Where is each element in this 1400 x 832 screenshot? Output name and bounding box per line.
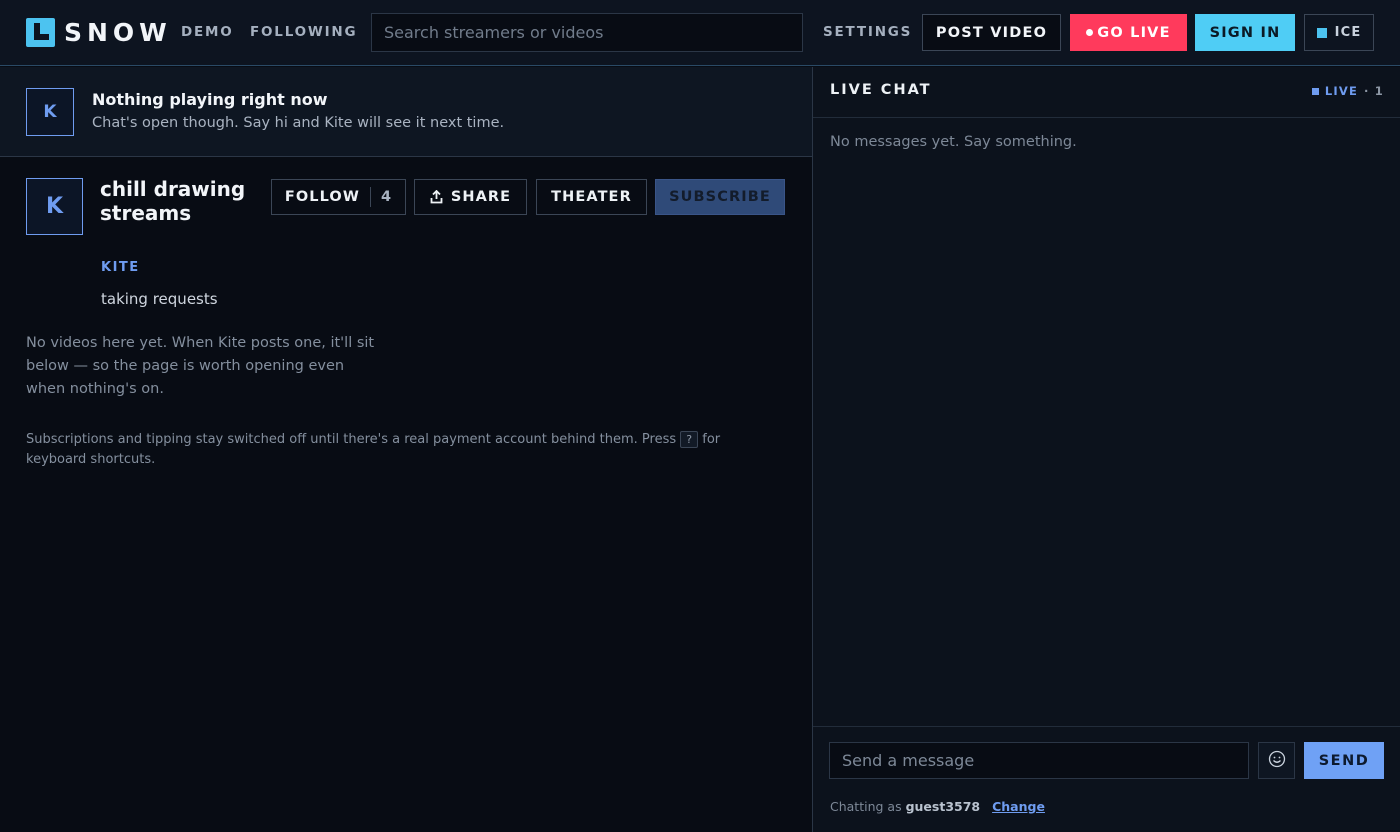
post-video-label: POST VIDEO (935, 24, 1048, 41)
sign-in-button[interactable]: SIGN IN (1195, 14, 1295, 51)
shortcut-key-hint[interactable]: ? (680, 431, 699, 448)
brand-name: SNOW (64, 17, 172, 47)
logo[interactable]: SNOW (26, 17, 172, 47)
top-navigation-bar: SNOW DEMO FOLLOWING SETTINGS POST VIDEO … (0, 0, 1400, 66)
share-button[interactable]: SHARE (414, 179, 527, 215)
banner-title: Nothing playing right now (92, 90, 328, 109)
smiley-icon (1268, 750, 1286, 772)
channel-main: K Nothing playing right now Chat's open … (0, 67, 812, 832)
chat-header: LIVE CHAT LIVE · 1 (813, 67, 1400, 118)
theater-button[interactable]: THEATER (536, 179, 647, 215)
subscribe-label: SUBSCRIBE (669, 189, 771, 205)
share-label: SHARE (450, 189, 512, 205)
stream-tagline: taking requests (101, 290, 218, 308)
search-input[interactable] (371, 13, 803, 52)
follower-count: 4 (380, 189, 393, 205)
live-status: LIVE (1324, 84, 1359, 98)
send-label: SEND (1318, 752, 1370, 769)
theme-swatch-icon (1316, 27, 1327, 38)
theater-label: THEATER (551, 189, 632, 205)
nav-link-settings[interactable]: SETTINGS (823, 24, 912, 40)
follow-button[interactable]: FOLLOW 4 (271, 179, 406, 215)
go-live-label: GO LIVE (1097, 24, 1171, 41)
streamer-name-link[interactable]: KITE (101, 260, 140, 275)
chatting-as-label: Chatting as (830, 799, 902, 814)
post-video-button[interactable]: POST VIDEO (922, 14, 1061, 51)
message-input[interactable] (829, 742, 1249, 779)
chat-status: LIVE · 1 (1311, 84, 1384, 98)
viewer-count: · 1 (1364, 84, 1384, 98)
share-icon (430, 190, 443, 204)
payments-footnote: Subscriptions and tipping stay switched … (26, 430, 746, 470)
nav-link-following[interactable]: FOLLOWING (250, 24, 357, 40)
no-videos-message: No videos here yet. When Kite posts one,… (26, 335, 375, 397)
live-chat-panel: LIVE CHAT LIVE · 1 No messages yet. Say … (812, 67, 1400, 832)
channel-avatar[interactable]: K (26, 178, 83, 235)
nav-link-demo[interactable]: DEMO (181, 24, 234, 40)
live-indicator-icon (1311, 87, 1319, 95)
change-name-link[interactable]: Change (992, 799, 1045, 814)
chat-empty-message: No messages yet. Say something. (830, 134, 1077, 150)
divider (369, 187, 371, 207)
theme-label: ICE (1334, 25, 1362, 40)
chat-composer: SEND Chatting as guest3578 Change (813, 726, 1400, 832)
emoji-button[interactable] (1258, 742, 1295, 779)
stream-title: chill drawing streams (100, 177, 246, 225)
chat-title: LIVE CHAT (830, 82, 932, 98)
subscribe-button[interactable]: SUBSCRIBE (655, 179, 785, 215)
follow-label: FOLLOW (284, 189, 360, 205)
chat-username: guest3578 (905, 799, 981, 814)
offline-banner: K Nothing playing right now Chat's open … (0, 67, 812, 157)
sign-in-label: SIGN IN (1209, 24, 1281, 41)
go-live-button[interactable]: GO LIVE (1070, 14, 1187, 51)
theme-toggle-button[interactable]: ICE (1304, 14, 1374, 51)
send-button[interactable]: SEND (1304, 742, 1384, 779)
footnote-text: Subscriptions and tipping stay switched … (26, 432, 677, 447)
logo-icon (26, 17, 55, 47)
banner-subtitle: Chat's open though. Say hi and Kite will… (92, 115, 505, 131)
chatting-as-line: Chatting as guest3578 Change (830, 799, 1045, 814)
live-dot-icon (1086, 29, 1094, 36)
banner-avatar: K (26, 88, 74, 136)
